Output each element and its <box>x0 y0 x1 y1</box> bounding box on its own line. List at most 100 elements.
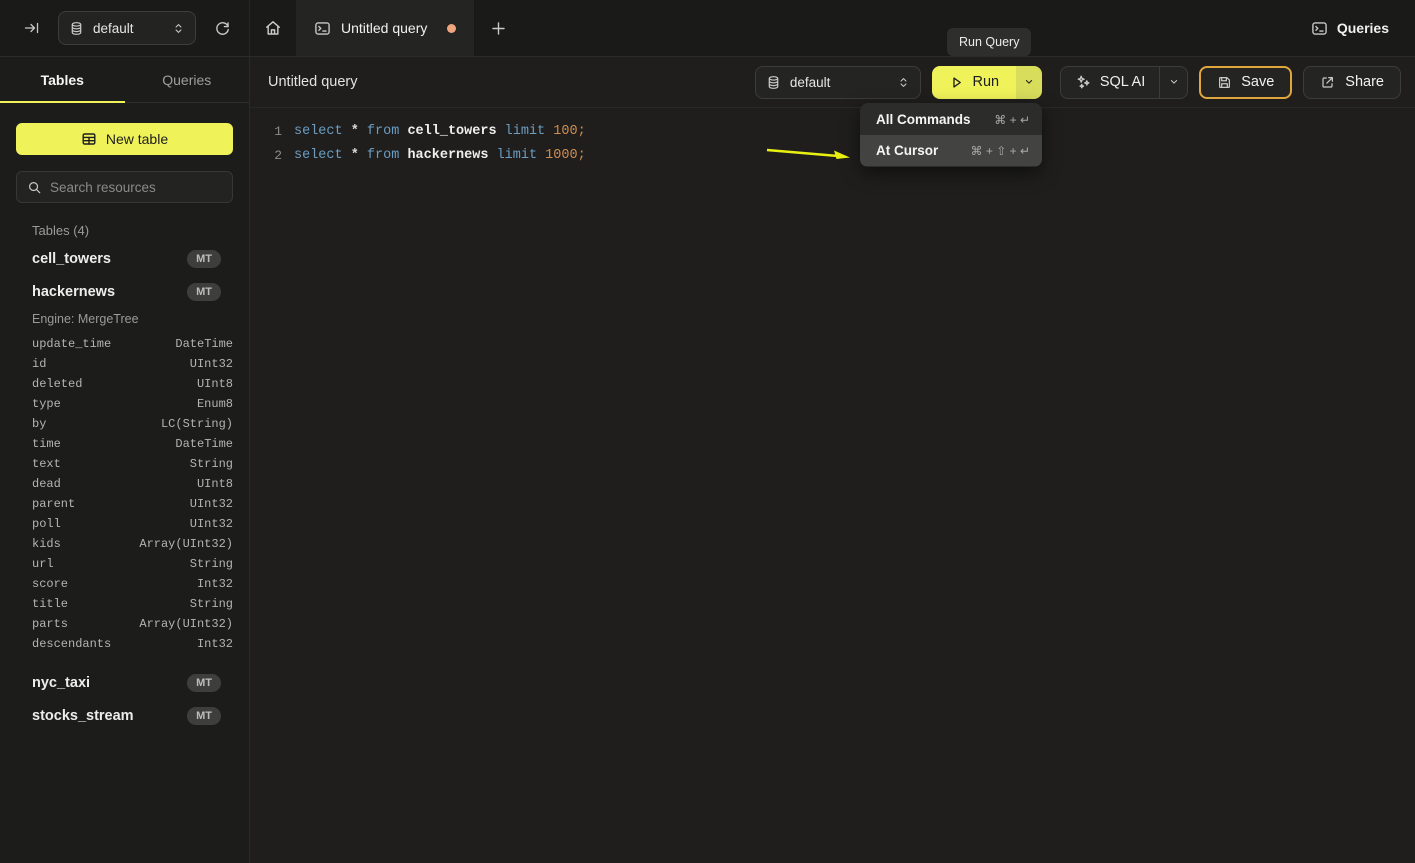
table-grid-icon <box>81 131 97 147</box>
collapse-sidebar-icon <box>24 20 40 36</box>
table-engine-badge: MT <box>187 283 221 301</box>
code-token: cell_towers <box>407 124 504 139</box>
table-columns: update_timeDateTimeidUInt32deletedUInt8t… <box>0 334 249 654</box>
run-query-tooltip: Run Query <box>947 28 1031 56</box>
main-panel: Untitled query default Run <box>250 57 1415 863</box>
table-row[interactable]: nyc_taxiMT <box>0 666 249 699</box>
code-token: limit <box>497 148 546 163</box>
column-name: deleted <box>32 377 82 391</box>
terminal-icon <box>1311 20 1328 37</box>
column-type: String <box>190 557 233 571</box>
run-button-label: Run <box>973 74 1000 90</box>
refresh-button[interactable] <box>210 16 235 41</box>
menu-item-shortcut: ⌘ + ↵ <box>994 113 1030 127</box>
toolbar-database-value: default <box>790 75 888 90</box>
new-table-button[interactable]: New table <box>16 123 233 155</box>
table-name: nyc_taxi <box>32 675 187 691</box>
code-token: 1000; <box>545 148 586 163</box>
menu-item-all-commands[interactable]: All Commands ⌘ + ↵ <box>860 104 1042 135</box>
chevron-updown-icon <box>172 22 185 35</box>
code-token: from <box>367 148 408 163</box>
column-name: update_time <box>32 337 111 351</box>
sql-ai-options-button[interactable] <box>1159 67 1187 98</box>
tab-untitled-query[interactable]: Untitled query <box>296 0 475 56</box>
toolbar-controls: default Run <box>755 66 1401 99</box>
column-type: Array(UInt32) <box>139 617 233 631</box>
column-row: update_timeDateTime <box>0 334 249 354</box>
unsaved-changes-dot <box>447 24 456 33</box>
menu-item-label: All Commands <box>876 112 971 127</box>
column-name: parts <box>32 617 68 631</box>
column-type: DateTime <box>175 437 233 451</box>
column-name: title <box>32 597 68 611</box>
search-resources <box>16 171 233 203</box>
toolbar-database-selector[interactable]: default <box>755 66 921 99</box>
table-row[interactable]: cell_towersMT <box>0 242 249 275</box>
sql-ai-button[interactable]: SQL AI <box>1061 67 1159 98</box>
line-number: 2 <box>268 148 282 163</box>
table-engine-badge: MT <box>187 674 221 692</box>
home-icon <box>264 19 282 37</box>
column-row: pollUInt32 <box>0 514 249 534</box>
column-type: String <box>190 597 233 611</box>
code-line: 2select * from hackernews limit 1000; <box>268 143 1415 167</box>
share-icon <box>1320 75 1335 90</box>
column-row: urlString <box>0 554 249 574</box>
run-button-group: Run <box>932 66 1042 99</box>
code-token: hackernews <box>407 148 496 163</box>
run-options-button[interactable] <box>1016 66 1042 99</box>
topbar-right: Queries <box>1311 0 1415 56</box>
search-input[interactable] <box>50 180 227 195</box>
share-button[interactable]: Share <box>1303 66 1401 99</box>
table-row[interactable]: hackernewsMT <box>0 275 249 308</box>
sparkles-icon <box>1075 74 1091 90</box>
menu-item-shortcut: ⌘ + ⇧ + ↵ <box>971 144 1030 158</box>
collapse-sidebar-button[interactable] <box>20 16 44 40</box>
home-button[interactable] <box>250 0 296 56</box>
line-number: 1 <box>268 124 282 139</box>
play-icon <box>949 75 964 90</box>
queries-button[interactable]: Queries <box>1311 20 1389 37</box>
chevron-down-icon <box>1023 76 1035 88</box>
column-name: poll <box>32 517 61 531</box>
column-row: typeEnum8 <box>0 394 249 414</box>
plus-icon <box>490 20 507 37</box>
new-table-label: New table <box>106 131 168 147</box>
column-row: kidsArray(UInt32) <box>0 534 249 554</box>
sidebar: Tables Queries New table Tables (4) cell… <box>0 57 250 863</box>
code-token: 100; <box>553 124 585 139</box>
new-tab-button[interactable] <box>475 0 521 56</box>
column-row: deadUInt8 <box>0 474 249 494</box>
column-type: UInt32 <box>190 357 233 371</box>
run-button[interactable]: Run <box>932 66 1016 99</box>
table-name: stocks_stream <box>32 708 187 724</box>
sidebar-tab-tables[interactable]: Tables <box>0 57 125 102</box>
column-row: parts Array(UInt32) <box>0 614 249 634</box>
table-row[interactable]: stocks_streamMT <box>0 699 249 732</box>
table-name: cell_towers <box>32 251 187 267</box>
queries-button-label: Queries <box>1337 20 1389 36</box>
code-token: * <box>351 124 367 139</box>
code-token: limit <box>505 124 554 139</box>
menu-item-at-cursor[interactable]: At Cursor⌘ + ⇧ + ↵ <box>860 135 1042 166</box>
column-name: parent <box>32 497 75 511</box>
column-type: Int32 <box>197 577 233 591</box>
tab-strip: Untitled query <box>250 0 1311 56</box>
database-icon <box>69 21 84 36</box>
sql-ai-label: SQL AI <box>1100 74 1145 90</box>
tables-section-label: Tables (4) <box>32 223 233 238</box>
topbar-database-selector[interactable]: default <box>58 11 196 45</box>
sidebar-tab-queries[interactable]: Queries <box>125 57 250 102</box>
save-button[interactable]: Save <box>1199 66 1292 99</box>
column-row: timeDateTime <box>0 434 249 454</box>
chevron-down-icon <box>1168 76 1180 88</box>
column-row: descendantsInt32 <box>0 634 249 654</box>
column-type: UInt32 <box>190 497 233 511</box>
column-row: deletedUInt8 <box>0 374 249 394</box>
sql-editor[interactable]: 1 select * from cell_towers limit 100; 2se… <box>250 108 1415 167</box>
column-name: text <box>32 457 61 471</box>
column-type: Int32 <box>197 637 233 651</box>
column-row: title String <box>0 594 249 614</box>
code-token: select <box>294 124 351 139</box>
code-token: from <box>367 124 408 139</box>
